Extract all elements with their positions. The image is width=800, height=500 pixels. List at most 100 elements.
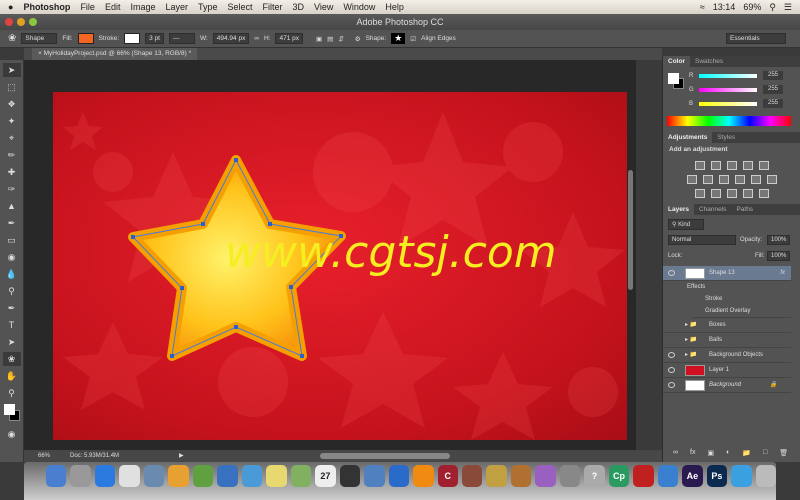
dock-pages-icon[interactable] xyxy=(168,465,189,487)
dock-garageband-icon[interactable] xyxy=(510,465,532,487)
zoom-button[interactable] xyxy=(29,18,37,26)
type-tool-icon[interactable]: T xyxy=(3,318,21,332)
paint-bucket-tool-icon[interactable]: ◉ xyxy=(3,250,21,264)
blend-mode-select[interactable]: Normal xyxy=(668,235,736,245)
tab-layers[interactable]: Layers xyxy=(663,204,694,215)
new-group-icon[interactable]: 📁 xyxy=(742,449,751,457)
battery-status[interactable]: 69% xyxy=(743,2,761,12)
layer-1[interactable]: Layer 1 xyxy=(663,363,791,378)
dock-remote-icon[interactable] xyxy=(364,465,385,487)
path-alignment-icon[interactable]: ▤ xyxy=(327,35,333,43)
magic-wand-tool-icon[interactable]: ✦ xyxy=(3,114,21,128)
pen-tool-icon[interactable]: ✒ xyxy=(3,301,21,315)
r-value[interactable]: 255 xyxy=(763,71,783,80)
history-brush-tool-icon[interactable]: ✒ xyxy=(3,216,21,230)
spotlight-icon[interactable]: ⚲ xyxy=(769,2,776,13)
effect-stroke[interactable]: Stroke xyxy=(693,293,791,305)
stroke-width-field[interactable]: 3 pt xyxy=(145,33,164,44)
doc-size[interactable]: Doc: 5.93M/31.4M xyxy=(70,450,119,462)
dock-notes-icon[interactable] xyxy=(266,465,287,487)
dock-itunes-icon[interactable] xyxy=(388,465,410,487)
dock-settings-icon[interactable] xyxy=(559,465,581,487)
dock-unity-icon[interactable] xyxy=(339,465,361,487)
menu-edit[interactable]: Edit xyxy=(105,2,121,12)
tab-swatches[interactable]: Swatches xyxy=(690,56,728,67)
dock-maps-icon[interactable] xyxy=(290,465,312,487)
dock-drops-icon[interactable] xyxy=(535,465,556,487)
link-icon[interactable]: ∞ xyxy=(254,35,259,42)
dock-calendar-icon[interactable]: 27 xyxy=(315,465,336,487)
dock-launchpad-icon[interactable] xyxy=(70,465,91,487)
adjustment-icons-row-1[interactable] xyxy=(663,161,800,170)
marquee-tool-icon[interactable]: ⬚ xyxy=(3,80,21,94)
dock---icon[interactable]: ? xyxy=(584,465,605,487)
color-swatches[interactable] xyxy=(0,402,23,424)
width-field[interactable]: 494.94 px xyxy=(212,33,250,44)
stamp-tool-icon[interactable]: ▲ xyxy=(3,199,21,213)
menu-view[interactable]: View xyxy=(314,2,333,12)
wifi-icon[interactable]: ≈ xyxy=(700,2,705,12)
eye-icon[interactable] xyxy=(668,352,675,358)
add-style-icon[interactable]: fx xyxy=(690,449,695,457)
eraser-tool-icon[interactable]: ▭ xyxy=(3,233,21,247)
b-value[interactable]: 255 xyxy=(763,99,783,108)
dock-quicktime-icon[interactable] xyxy=(731,465,752,487)
effect-gradient-overlay[interactable]: Gradient Overlay xyxy=(693,305,791,318)
foreground-color-swatch[interactable] xyxy=(4,404,15,415)
workspace-select[interactable]: Essentials xyxy=(726,33,786,44)
fx-icon[interactable]: fx xyxy=(780,266,785,281)
eyedropper-tool-icon[interactable]: ✏ xyxy=(3,148,21,162)
height-field[interactable]: 471 px xyxy=(275,33,303,44)
menu-3d[interactable]: 3D xyxy=(293,2,305,12)
tab-color[interactable]: Color xyxy=(663,56,690,67)
menu-image[interactable]: Image xyxy=(130,2,155,12)
tab-adjustments[interactable]: Adjustments xyxy=(663,132,713,143)
dock-trash-icon[interactable] xyxy=(755,465,777,487)
menu-select[interactable]: Select xyxy=(228,2,253,12)
layer-group-boxes[interactable]: ▸ 📁 Boxes xyxy=(663,318,791,333)
close-button[interactable] xyxy=(5,18,13,26)
path-selection-tool-icon[interactable]: ➤ xyxy=(3,335,21,349)
quick-mask-icon[interactable]: ◉ xyxy=(3,427,21,441)
document-canvas[interactable]: www.cgtsj.com xyxy=(53,92,627,440)
eye-icon[interactable] xyxy=(668,367,675,373)
dock-c-icon[interactable]: C xyxy=(437,465,458,487)
mode-select[interactable]: Shape xyxy=(21,33,58,44)
gear-icon[interactable]: ⚙ xyxy=(355,35,361,43)
blur-tool-icon[interactable]: 💧 xyxy=(3,267,21,281)
g-slider[interactable] xyxy=(699,88,757,92)
menu-layer[interactable]: Layer xyxy=(165,2,188,12)
shape-picker[interactable]: ★ xyxy=(391,33,406,44)
align-edges-checkbox[interactable]: ☑ xyxy=(410,35,416,43)
vertical-scrollbar[interactable] xyxy=(628,170,633,290)
menu-filter[interactable]: Filter xyxy=(263,2,283,12)
menu-help[interactable]: Help xyxy=(385,2,404,12)
menu-file[interactable]: File xyxy=(80,2,95,12)
dock-finder-icon[interactable] xyxy=(46,465,67,487)
zoom-level[interactable]: 66% xyxy=(38,450,50,462)
new-layer-icon[interactable]: □ xyxy=(763,449,767,457)
dock-bar-icon[interactable] xyxy=(633,465,654,487)
path-arrangement-icon[interactable]: ⇵ xyxy=(338,35,343,43)
dock-chrome-icon[interactable] xyxy=(119,465,140,487)
dodge-tool-icon[interactable]: ⚲ xyxy=(3,284,21,298)
horizontal-scrollbar[interactable] xyxy=(320,453,450,459)
zoom-tool-icon[interactable]: ⚲ xyxy=(3,386,21,400)
notification-icon[interactable]: ☰ xyxy=(784,2,792,13)
tab-styles[interactable]: Styles xyxy=(712,132,740,143)
eye-icon[interactable] xyxy=(668,382,675,388)
layer-shape-13[interactable]: Shape 13 fx xyxy=(663,266,791,281)
custom-shape-tool-icon[interactable]: ❀ xyxy=(2,352,21,366)
stroke-swatch[interactable] xyxy=(124,33,141,44)
dock-fruit-icon[interactable] xyxy=(486,465,507,487)
status-arrow-icon[interactable]: ▶ xyxy=(179,450,184,462)
eye-icon[interactable] xyxy=(668,270,675,276)
hand-tool-icon[interactable]: ✋ xyxy=(3,369,21,383)
dock-photo-icon[interactable] xyxy=(461,465,483,487)
layer-filter-select[interactable]: ⚲ Kind xyxy=(668,219,704,230)
apple-menu-icon[interactable]: ● xyxy=(8,2,13,12)
adjustment-icons-row-3[interactable] xyxy=(663,189,800,198)
brush-tool-icon[interactable]: ✑ xyxy=(3,182,21,196)
dock-numbers-icon[interactable] xyxy=(192,465,214,487)
adjustment-icons-row-2[interactable] xyxy=(663,175,800,184)
